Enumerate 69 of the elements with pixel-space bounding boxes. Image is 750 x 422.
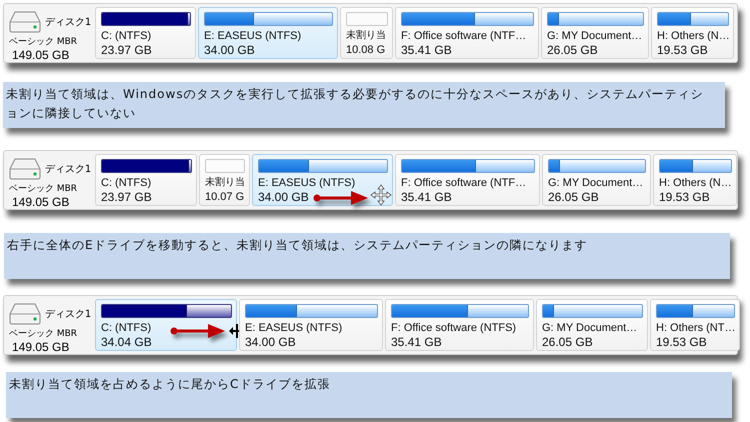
partition-block[interactable]: E: EASEUS (NTFS) 34.00 GB xyxy=(252,154,393,206)
partition-label: G: MY Document… xyxy=(542,321,638,335)
partition-size: 35.41 GB xyxy=(401,190,452,204)
partition-label: F: Office software (NTFS) xyxy=(391,321,516,335)
note-text: 未割り当て領域を占めるように尾からCドライブを拡張 xyxy=(9,376,332,393)
disk-size: 149.05 GB xyxy=(12,340,70,354)
partition-size: 23.97 GB xyxy=(101,43,152,57)
partition-label: C: (NTFS) xyxy=(101,321,152,335)
disk-size: 149.05 GB xyxy=(12,48,70,62)
partition-size: 34.00 GB xyxy=(204,43,255,57)
partition-block[interactable]: G: MY Document… 26.05 GB xyxy=(542,154,651,206)
partition-label: G: MY Document… xyxy=(547,29,642,43)
partition-size: 26.05 GB xyxy=(548,190,599,204)
partition-block[interactable]: G: MY Document… 26.05 GB xyxy=(536,299,648,351)
move-cursor-icon xyxy=(371,185,391,205)
partition-size: 19.53 GB xyxy=(656,335,707,349)
disk-type: ベーシック MBR xyxy=(9,328,78,340)
hard-drive-icon xyxy=(9,303,41,325)
partition-label: F: Office software (NTF… xyxy=(401,176,526,190)
partition-size: 26.05 GB xyxy=(542,335,593,349)
disk-size: 149.05 GB xyxy=(12,195,70,209)
partition-block[interactable]: C: (NTFS) 34.04 GB xyxy=(95,299,237,351)
partition-size: 10.08 G xyxy=(346,43,386,57)
partition-label: H: Others (N… xyxy=(659,176,732,190)
partition-label: C: (NTFS) xyxy=(101,29,152,43)
partition-size: 34.00 GB xyxy=(258,190,309,204)
partition-size: 23.97 GB xyxy=(101,190,152,204)
partition-label: H: Others (NT… xyxy=(656,321,736,335)
disk-name: ディスク1 xyxy=(44,308,92,321)
partition-label: F: Office software (NTF… xyxy=(401,29,526,43)
partition-block[interactable]: C: (NTFS) 23.97 GB xyxy=(95,154,197,206)
partition-size: 34.00 GB xyxy=(245,335,296,349)
partition-block[interactable]: F: Office software (NTFS) 35.41 GB xyxy=(385,299,534,351)
partition-size: 19.53 GB xyxy=(657,43,708,57)
partition-size: 26.05 GB xyxy=(547,43,598,57)
partition-label: E: EASEUS (NTFS) xyxy=(245,321,342,335)
partition-block[interactable]: H: Others (N… 19.53 GB xyxy=(653,154,737,206)
partition-label: 未割り当 xyxy=(205,176,245,190)
disk-type: ベーシック MBR xyxy=(9,183,78,195)
partition-block[interactable]: H: Others (N… 19.53 GB xyxy=(651,7,734,59)
partition-block[interactable]: C: (NTFS) 23.97 GB xyxy=(95,7,196,59)
partition-label: C: (NTFS) xyxy=(101,176,152,190)
note-text: 未割り当て領域は、Windowsのタスクを実行して拡張する必要がするのに十分なスペースがあり、システムパーティションに隣接していない xyxy=(6,86,705,122)
partition-block[interactable]: F: Office software (NTF… 35.41 GB xyxy=(395,154,540,206)
partition-label: G: MY Document… xyxy=(548,176,644,190)
partition-size: 19.53 GB xyxy=(659,190,710,204)
partition-size: 10.07 G xyxy=(205,190,244,204)
partition-block[interactable]: 未割り当 10.08 G xyxy=(340,7,393,59)
partition-size: 35.41 GB xyxy=(401,43,452,57)
usage-bar xyxy=(346,12,388,26)
disk-name: ディスク1 xyxy=(44,16,92,29)
disk-name: ディスク1 xyxy=(44,163,92,176)
usage-bar xyxy=(205,159,245,173)
partition-label: 未割り当 xyxy=(346,29,386,43)
partition-label: H: Others (N… xyxy=(657,29,730,43)
partition-block[interactable]: H: Others (NT… 19.53 GB xyxy=(650,299,740,351)
partition-label: E: EASEUS (NTFS) xyxy=(204,29,302,43)
note-text: 右手に全体のEドライブを移動すると、未割り当て領域は、システムパーティションの隣になります xyxy=(7,237,589,254)
partition-block[interactable]: F: Office software (NTF… 35.41 GB xyxy=(395,7,539,59)
partition-block[interactable]: 未割り当 10.07 G xyxy=(199,154,250,206)
partition-label: E: EASEUS (NTFS) xyxy=(258,176,356,190)
hard-drive-icon xyxy=(9,11,41,33)
partition-block[interactable]: E: EASEUS (NTFS) 34.00 GB xyxy=(198,7,338,59)
disk-type: ベーシック MBR xyxy=(9,36,78,48)
partition-block[interactable]: E: EASEUS (NTFS) 34.00 GB xyxy=(239,299,383,351)
hard-drive-icon xyxy=(9,158,41,180)
partition-block[interactable]: G: MY Document… 26.05 GB xyxy=(541,7,649,59)
partition-size: 34.04 GB xyxy=(101,335,152,349)
partition-size: 35.41 GB xyxy=(391,335,442,349)
